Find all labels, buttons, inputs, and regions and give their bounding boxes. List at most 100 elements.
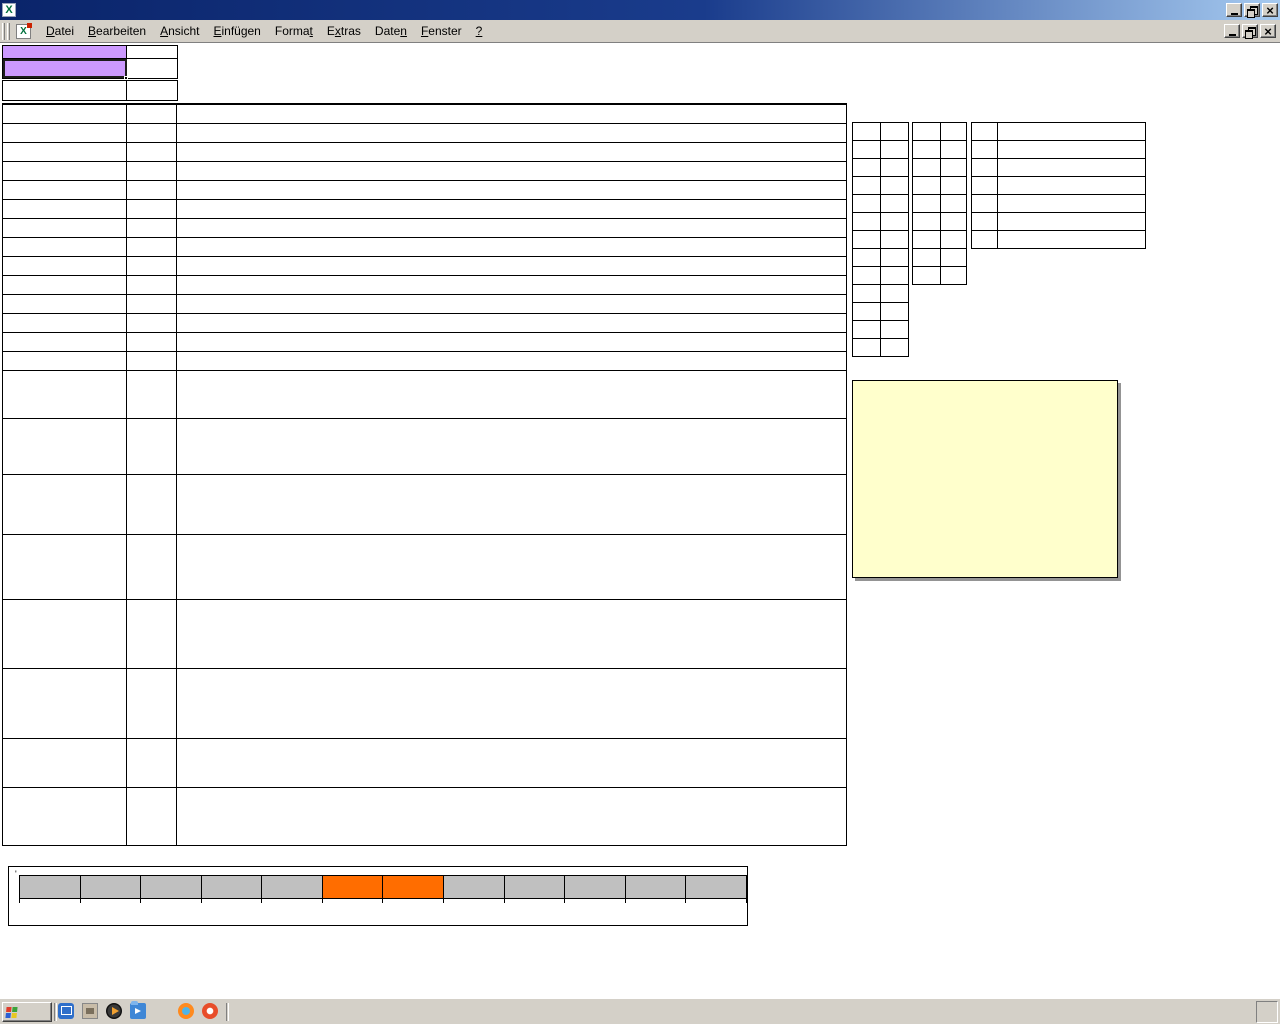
menu-item-daten[interactable]: Daten — [368, 21, 414, 41]
cell-gefährdungsstufe-text[interactable] — [177, 314, 846, 332]
cell-wuchshöhe-code[interactable] — [127, 181, 177, 199]
cell-ix-value-selected[interactable] — [3, 59, 128, 80]
cell-standorte-text[interactable] — [177, 475, 846, 534]
cell-taxon-label[interactable] — [3, 124, 127, 142]
region-status-cell[interactable] — [940, 230, 967, 249]
internet-explorer-icon[interactable] — [154, 1003, 170, 1019]
bundesland-code-cell[interactable] — [852, 194, 881, 213]
cell-ix-ref-label[interactable] — [3, 81, 127, 100]
region-code-cell[interactable] — [912, 176, 941, 195]
menu-item-extras[interactable]: Extras — [320, 21, 368, 41]
cell-anmerkungen2-label[interactable] — [3, 669, 127, 738]
cell-höhenverbreitung-label[interactable] — [3, 276, 127, 294]
cell-zeigereigenschaften-text[interactable] — [177, 535, 846, 599]
cell-status-österreich-text[interactable] — [177, 333, 846, 351]
cell-familie-text[interactable] — [177, 105, 846, 123]
cell-naturschutz-code[interactable] — [127, 352, 177, 370]
cell-lebensdauer-code[interactable] — [127, 200, 177, 218]
bundesland-status-cell[interactable] — [880, 122, 909, 141]
cell-name-code[interactable] — [127, 143, 177, 161]
cell-länder-code[interactable] — [127, 295, 177, 313]
bundesland-code-cell[interactable] — [852, 230, 881, 249]
bundesland-status-cell[interactable] — [880, 158, 909, 177]
cell-verbreitung-code[interactable] — [127, 371, 177, 418]
cell-status-österreich-code[interactable] — [127, 333, 177, 351]
cell-ix-ref-value[interactable] — [127, 81, 177, 100]
cell-familie-code[interactable] — [127, 105, 177, 123]
region-code-cell[interactable] — [912, 194, 941, 213]
bundesland-code-cell[interactable] — [852, 284, 881, 303]
cell-gefährdungsstufe-code[interactable] — [127, 314, 177, 332]
cell-name-text[interactable] — [177, 143, 846, 161]
bundesland-status-cell[interactable] — [880, 176, 909, 195]
cell-taxon-text[interactable] — [177, 124, 846, 142]
restore-button[interactable] — [1244, 3, 1260, 18]
bundesland-code-cell[interactable] — [852, 158, 881, 177]
bundesland-status-cell[interactable] — [880, 284, 909, 303]
doc-close-button[interactable]: × — [1260, 24, 1276, 38]
menu-item-[interactable]: ? — [469, 21, 490, 41]
start-button[interactable] — [2, 1002, 52, 1022]
bundesland-code-cell[interactable] — [852, 140, 881, 159]
cell-lebensdauer-text[interactable] — [177, 200, 846, 218]
region-status-cell[interactable] — [940, 122, 967, 141]
cell-wuchshöhe-label[interactable] — [3, 181, 127, 199]
cell-zeigereigenschaften-label[interactable] — [3, 535, 127, 599]
cell-volksnamen-code[interactable] — [127, 788, 177, 845]
cell-anmerkungen1-text[interactable] — [177, 600, 846, 668]
cell-häufigkeit-label[interactable] — [3, 257, 127, 275]
cell-synonyme-text[interactable] — [177, 739, 846, 787]
cell-naturschutz-label[interactable] — [3, 352, 127, 370]
doc-minimize-button[interactable] — [1224, 24, 1240, 38]
bundesland-status-cell[interactable] — [880, 212, 909, 231]
bundesland-status-cell[interactable] — [880, 302, 909, 321]
explorer-icon[interactable] — [130, 1001, 146, 1019]
menu-item-format[interactable]: Format — [268, 21, 320, 41]
cell-synonyme-code[interactable] — [127, 739, 177, 787]
region-status-cell[interactable] — [940, 140, 967, 159]
region-status-cell[interactable] — [940, 212, 967, 231]
bundesland-code-cell[interactable] — [852, 212, 881, 231]
cell-anmerkungen2-code[interactable] — [127, 669, 177, 738]
cell-ethnobot-angaben-code[interactable] — [127, 419, 177, 474]
toolbar-grip-2[interactable] — [7, 22, 10, 40]
cell-zeigereigenschaften-code[interactable] — [127, 535, 177, 599]
cell-naturschutz-text[interactable] — [177, 352, 846, 370]
menu-item-einfügen[interactable]: Einfügen — [206, 21, 267, 41]
bundesland-code-cell[interactable] — [852, 122, 881, 141]
cell-ethnobot-angaben-label[interactable] — [3, 419, 127, 474]
bundesland-code-cell[interactable] — [852, 320, 881, 339]
menu-item-bearbeiten[interactable]: Bearbeiten — [81, 21, 153, 41]
cell-status-österreich-label[interactable] — [3, 333, 127, 351]
cell-wuchshöhe-text[interactable] — [177, 181, 846, 199]
cell-standorte-label[interactable] — [3, 475, 127, 534]
cell-volksnamen-label[interactable] — [3, 788, 127, 845]
cell-ix-header[interactable] — [3, 46, 127, 58]
bundesland-code-cell[interactable] — [852, 338, 881, 357]
bundesland-status-cell[interactable] — [880, 338, 909, 357]
region-status-cell[interactable] — [940, 158, 967, 177]
cell-ethnobot-angaben-text[interactable] — [177, 419, 846, 474]
cell-taxon-code[interactable] — [127, 124, 177, 142]
cell-länder-text[interactable] — [177, 295, 846, 313]
media-player-icon[interactable] — [106, 1003, 122, 1019]
cell-blühmonate-code[interactable] — [127, 238, 177, 256]
bundesland-status-cell[interactable] — [880, 194, 909, 213]
bundesland-status-cell[interactable] — [880, 230, 909, 249]
cell-standorte-code[interactable] — [127, 475, 177, 534]
cell-verbreitung-text[interactable] — [177, 371, 846, 418]
cell-blühmonate-text[interactable] — [177, 238, 846, 256]
cell-häufigkeit-code[interactable] — [127, 257, 177, 275]
bundesland-status-cell[interactable] — [880, 140, 909, 159]
cell-höhenverbreitung-code[interactable] — [127, 276, 177, 294]
excel-app-icon[interactable]: X — [2, 3, 16, 17]
cell-ixn-value[interactable] — [127, 59, 177, 78]
region-code-cell[interactable] — [912, 140, 941, 159]
cell-seite-eföls-2008-label[interactable] — [3, 162, 127, 180]
cell-gefährdungsstufe-label[interactable] — [3, 314, 127, 332]
firefox-icon[interactable] — [178, 1003, 194, 1019]
bloom-months-chart[interactable]: ' — [8, 866, 748, 926]
bundesland-status-cell[interactable] — [880, 248, 909, 267]
region-status-cell[interactable] — [940, 194, 967, 213]
menu-item-fenster[interactable]: Fenster — [414, 21, 469, 41]
